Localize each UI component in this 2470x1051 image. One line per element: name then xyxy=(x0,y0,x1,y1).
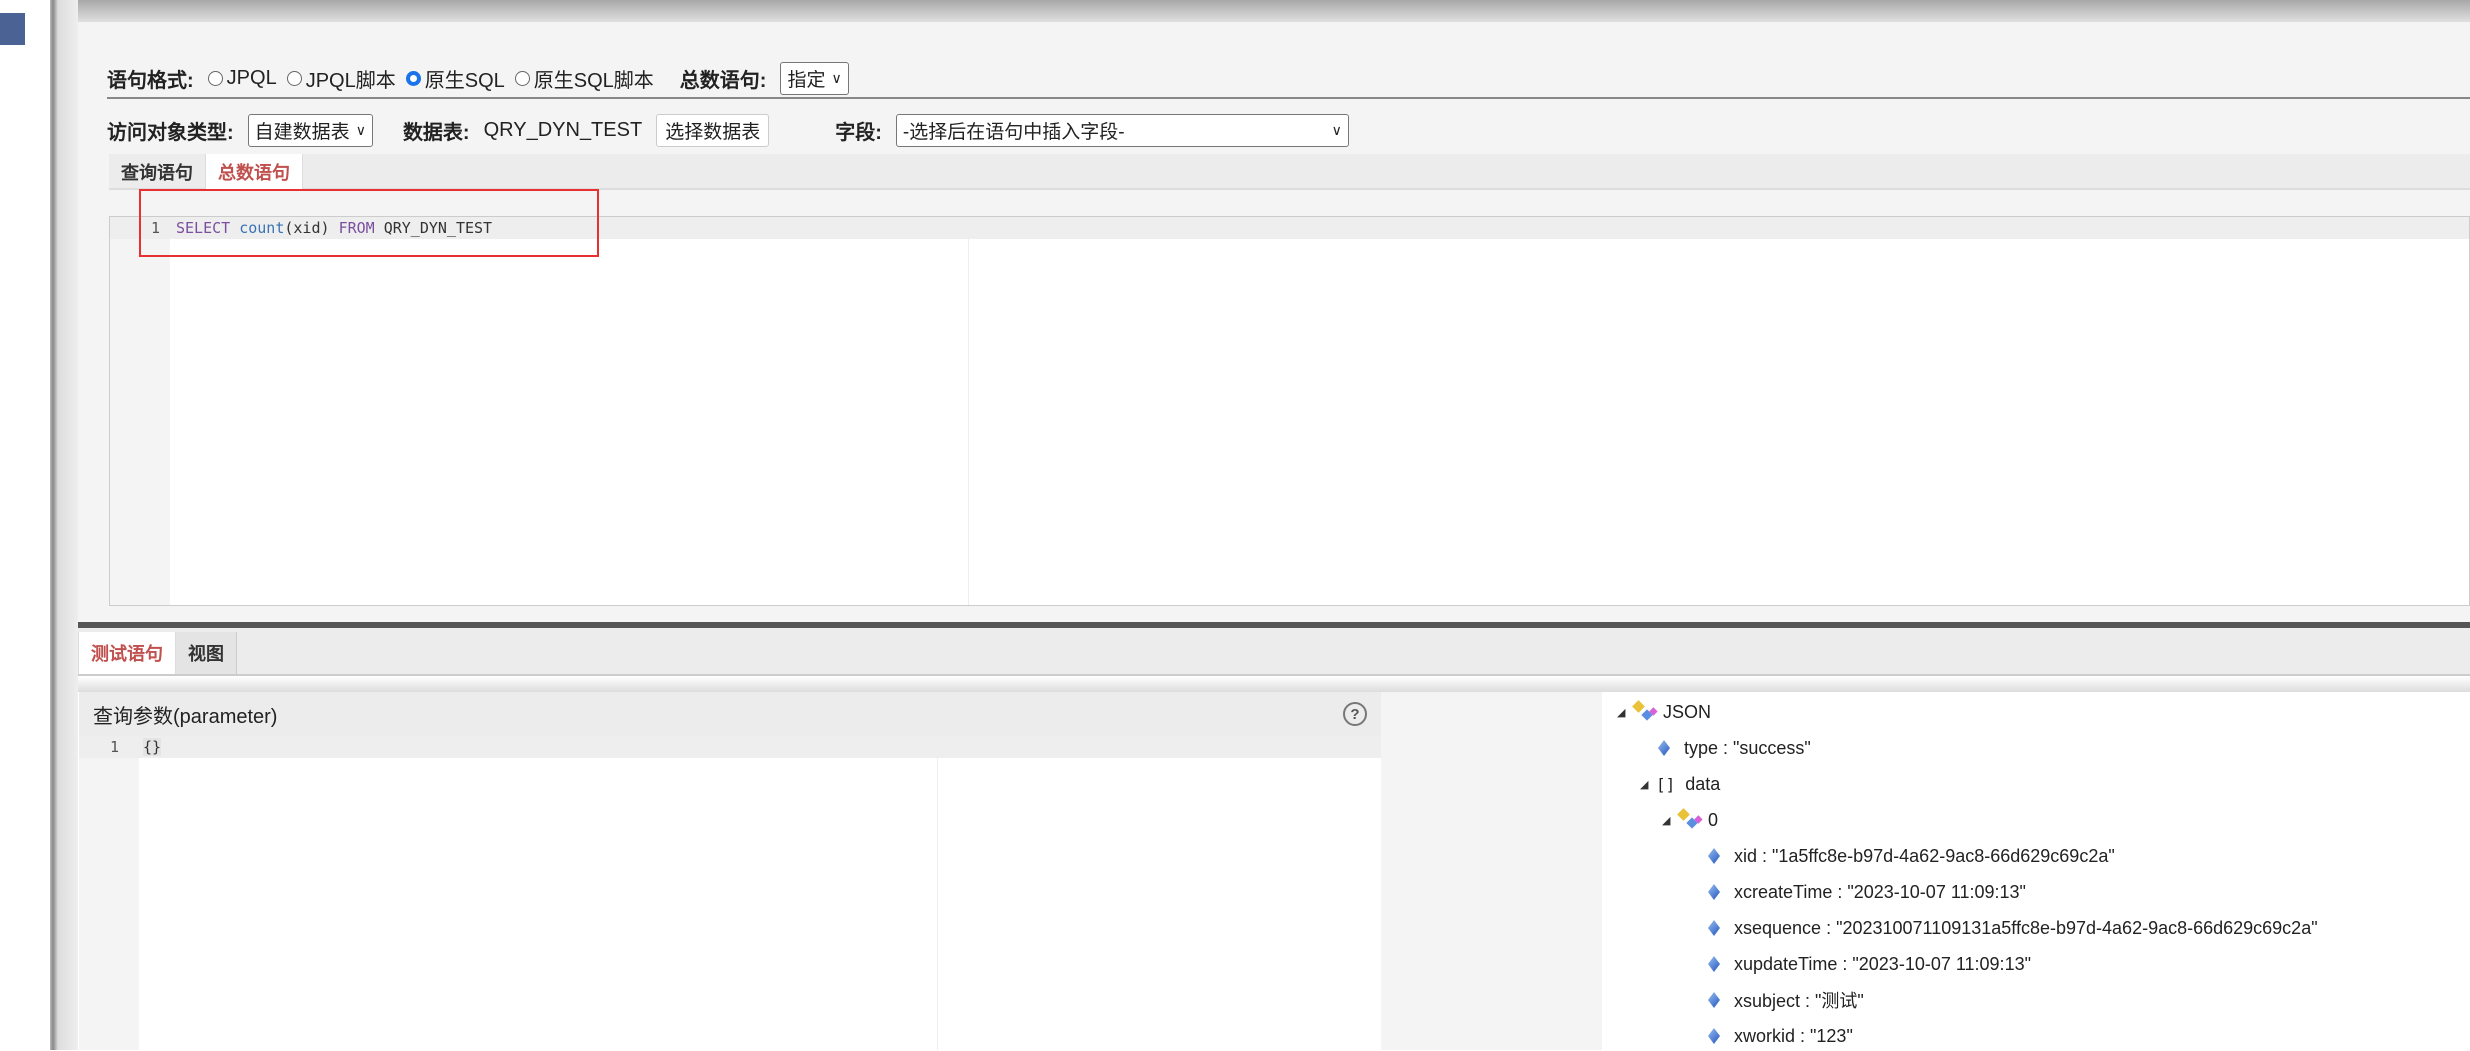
value-icon xyxy=(1658,740,1670,756)
tree-node-root[interactable]: ◢ JSON xyxy=(1617,697,1711,727)
tab-view[interactable]: 视图 xyxy=(176,632,237,674)
tree-node[interactable]: xid : "1a5ffc8e-b97d-4a62-9ac8-66d629c69… xyxy=(1708,841,2115,871)
highlight-box xyxy=(139,189,599,257)
print-margin xyxy=(968,239,969,605)
top-band xyxy=(78,0,2470,22)
tree-node-index[interactable]: ◢ 0 xyxy=(1662,805,1718,835)
chevron-down-icon: ∨ xyxy=(1331,122,1342,138)
object-type-select[interactable]: 自建数据表 ∨ xyxy=(247,114,373,147)
params-editor[interactable]: 1 {} xyxy=(79,736,1381,1050)
json-tree: ◢ JSON type : "success" ◢[] data ◢ 0 xid : … xyxy=(1602,692,2470,1050)
editor-gutter xyxy=(79,736,139,1050)
object-icon xyxy=(1678,809,1700,831)
radio-jpql-script[interactable]: JPQL脚本 xyxy=(286,64,396,93)
shadow xyxy=(78,676,2470,692)
bottom-tabs: 测试语句 视图 xyxy=(78,628,2470,676)
field-label: 字段: xyxy=(835,122,882,144)
value-icon xyxy=(1708,884,1720,900)
object-row: 访问对象类型: 自建数据表 ∨ 数据表: QRY_DYN_TEST 选择数据表 字… xyxy=(107,114,1349,147)
table-value: QRY_DYN_TEST xyxy=(483,119,643,141)
choose-table-button[interactable]: 选择数据表 xyxy=(656,114,770,147)
help-icon[interactable]: ? xyxy=(1343,702,1367,726)
count-select[interactable]: 指定 ∨ xyxy=(780,62,849,95)
radio-native-sql-script[interactable]: 原生SQL脚本 xyxy=(514,64,654,93)
radio-jpql[interactable]: JPQL xyxy=(207,67,277,90)
field-select[interactable]: -选择后在语句中插入字段- ∨ xyxy=(895,114,1349,147)
value-icon xyxy=(1708,848,1720,864)
value-icon xyxy=(1708,992,1720,1008)
active-line xyxy=(79,736,1381,758)
tab-count-statement[interactable]: 总数语句 xyxy=(205,154,303,190)
expand-arrow-icon[interactable]: ◢ xyxy=(1640,778,1656,791)
expand-arrow-icon[interactable]: ◢ xyxy=(1617,706,1633,719)
sql-editor[interactable]: 1 SELECT count(xid) FROM QRY_DYN_TEST xyxy=(109,216,2470,606)
params-panel: 查询参数(parameter) ? 1 {} xyxy=(79,692,1381,1050)
sidebar-active-item[interactable] xyxy=(0,13,25,45)
count-label: 总数语句: xyxy=(679,70,767,92)
params-title: 查询参数(parameter) xyxy=(93,705,278,728)
tab-test-statement[interactable]: 测试语句 xyxy=(78,632,176,674)
editor-gutter xyxy=(110,217,170,605)
tree-node[interactable]: xsubject : "测试" xyxy=(1708,985,1864,1015)
expand-arrow-icon[interactable]: ◢ xyxy=(1662,814,1678,827)
tree-node[interactable]: type : "success" xyxy=(1658,733,1811,763)
tree-node[interactable]: xupdateTime : "2023-10-07 11:09:13" xyxy=(1708,949,2031,979)
format-row: 语句格式: JPQL JPQL脚本 原生SQL 原生SQL脚本 总数语句: 指定… xyxy=(107,62,849,95)
print-margin xyxy=(937,758,938,1050)
tree-node[interactable]: xworkid : "123" xyxy=(1708,1021,1853,1051)
tree-node-data[interactable]: ◢[] data xyxy=(1640,769,1720,799)
left-sidebar xyxy=(0,0,50,1050)
value-icon xyxy=(1708,920,1720,936)
value-icon xyxy=(1708,956,1720,972)
params-header: 查询参数(parameter) ? xyxy=(79,692,1381,736)
format-label: 语句格式: xyxy=(107,70,194,92)
object-type-label: 访问对象类型: xyxy=(107,122,234,144)
table-label: 数据表: xyxy=(402,122,470,144)
tab-query-statement[interactable]: 查询语句 xyxy=(109,154,205,190)
chevron-down-icon: ∨ xyxy=(831,70,842,86)
value-icon xyxy=(1708,1028,1720,1044)
panel-gap xyxy=(1381,692,1602,1050)
radio-native-sql[interactable]: 原生SQL xyxy=(405,64,505,93)
tree-node[interactable]: xsequence : "202310071109131a5ffc8e-b97d… xyxy=(1708,913,2318,943)
params-code[interactable]: {} xyxy=(143,738,162,756)
query-tabs: 查询语句 总数语句 xyxy=(109,154,2470,190)
divider xyxy=(107,97,2470,99)
chevron-down-icon: ∨ xyxy=(355,122,366,138)
splitter[interactable] xyxy=(50,0,78,1050)
tree-node[interactable]: xcreateTime : "2023-10-07 11:09:13" xyxy=(1708,877,2026,907)
array-icon: [] xyxy=(1656,774,1676,794)
object-icon xyxy=(1633,701,1655,723)
line-number: 1 xyxy=(109,738,119,756)
